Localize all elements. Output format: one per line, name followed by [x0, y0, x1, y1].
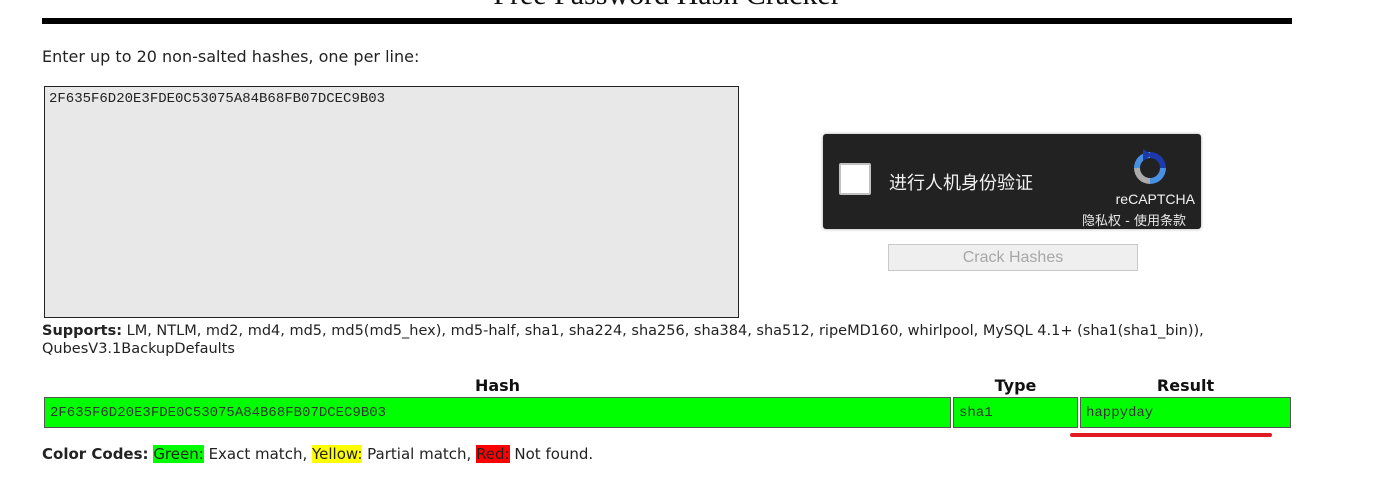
column-header-result: Result [1156, 376, 1215, 395]
red-description: Not found. [509, 445, 594, 463]
supported-algorithms: Supports: LM, NTLM, md2, md4, md5, md5(m… [42, 322, 1302, 358]
yellow-description: Partial match, [362, 445, 477, 463]
result-type-cell: sha1 [953, 397, 1078, 428]
recaptcha-brand: reCAPTCHA [1115, 191, 1195, 207]
recaptcha-label: 进行人机身份验证 [889, 173, 1033, 194]
yellow-swatch-label: Yellow: [311, 445, 363, 463]
recaptcha-link-separator: - [1121, 214, 1134, 229]
green-swatch-label: Green: [153, 445, 204, 463]
green-description: Exact match, [203, 445, 312, 463]
result-hash-cell: 2F635F6D20E3FDE0C53075A84B68FB07DCEC9B03 [44, 397, 951, 428]
color-codes-label: Color Codes: [42, 445, 149, 463]
supports-label: Supports: [42, 323, 122, 339]
recaptcha-logo-icon [1134, 149, 1166, 184]
instructions-text: Enter up to 20 non-salted hashes, one pe… [42, 47, 420, 66]
crack-hashes-button[interactable]: Crack Hashes [888, 244, 1138, 271]
supports-list: LM, NTLM, md2, md4, md5, md5(md5_hex), m… [42, 323, 1204, 357]
column-header-type: Type [994, 376, 1037, 395]
red-annotation-underline [1070, 433, 1272, 437]
color-codes-legend: Color Codes: Green: Exact match, Yellow:… [42, 445, 593, 463]
table-row: 2F635F6D20E3FDE0C53075A84B68FB07DCEC9B03… [44, 397, 1291, 428]
title-divider [42, 18, 1292, 24]
recaptcha-terms-link[interactable]: 使用条款 [1134, 214, 1186, 229]
red-swatch-label: Red: [476, 445, 510, 463]
page: Free Password Hash Cracker Enter up to 2… [0, 0, 1380, 480]
result-value-cell: happyday [1080, 397, 1291, 428]
recaptcha-privacy-link[interactable]: 隐私权 [1082, 214, 1121, 229]
recaptcha-widget: 进行人机身份验证 reCAPTCHA 隐私权 - 使用条款 [823, 134, 1201, 229]
recaptcha-checkbox[interactable] [839, 163, 871, 195]
hash-input[interactable] [44, 86, 739, 318]
page-title: Free Password Hash Cracker [42, 0, 1292, 10]
results-table: Hash Type Result 2F635F6D20E3FDE0C53075A… [42, 374, 1293, 430]
recaptcha-links: 隐私权 - 使用条款 [1082, 210, 1186, 229]
column-header-hash: Hash [474, 376, 521, 395]
